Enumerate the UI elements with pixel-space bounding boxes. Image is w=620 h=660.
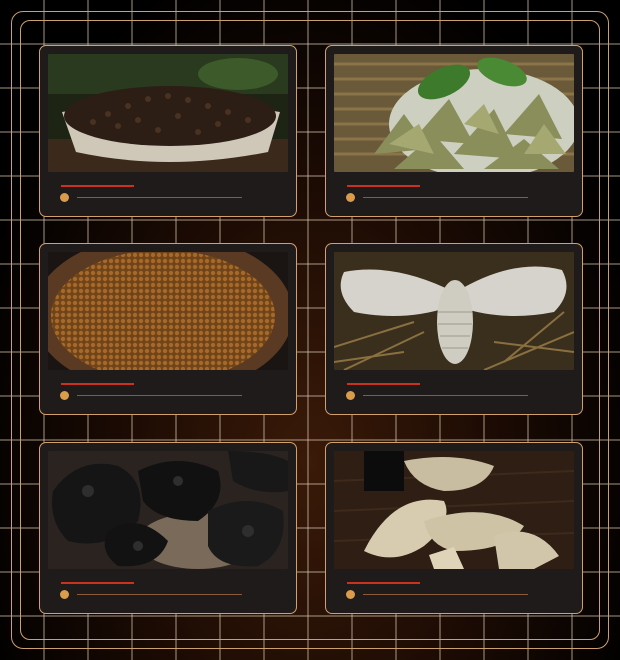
bullet-dot-icon [346,391,355,400]
title-accent-line [347,582,420,584]
divider-line [77,395,242,396]
divider-line [363,197,528,198]
product-photo[interactable] [334,252,574,370]
product-card[interactable] [325,442,583,614]
product-card[interactable] [39,442,297,614]
product-photo[interactable] [48,54,288,172]
divider-line [363,594,528,595]
product-card[interactable] [325,45,583,217]
bullet-dot-icon [346,590,355,599]
product-photo[interactable] [334,451,574,569]
bullet-dot-icon [60,193,69,202]
bullet-dot-icon [60,590,69,599]
bullet-dot-icon [346,193,355,202]
product-photo[interactable] [48,451,288,569]
title-accent-line [347,383,420,385]
product-card[interactable] [39,45,297,217]
product-card[interactable] [39,243,297,415]
title-accent-line [347,185,420,187]
divider-line [363,395,528,396]
page-background [0,0,620,660]
title-accent-line [61,383,134,385]
bullet-dot-icon [60,391,69,400]
product-card[interactable] [325,243,583,415]
divider-line [77,594,242,595]
product-photo[interactable] [48,252,288,370]
divider-line [77,197,242,198]
title-accent-line [61,582,134,584]
product-photo[interactable] [334,54,574,172]
title-accent-line [61,185,134,187]
